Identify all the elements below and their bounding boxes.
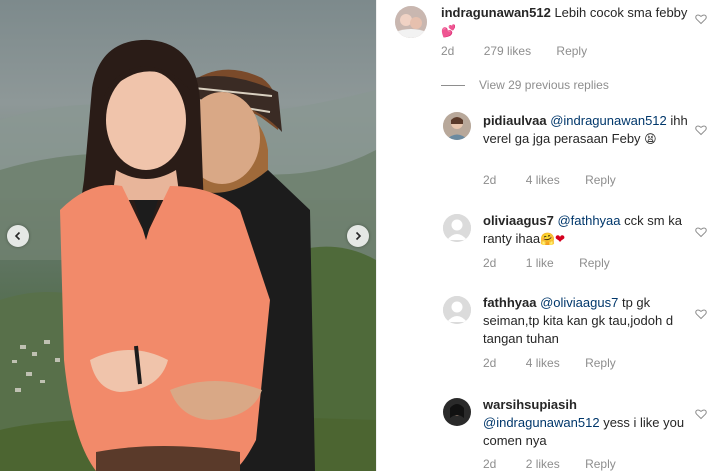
avatar[interactable]: [443, 214, 471, 242]
reply-meta: 2d 4 likes Reply: [483, 173, 616, 187]
reply-likes[interactable]: 4 likes: [526, 356, 560, 370]
reply-meta: 2d 2 likes Reply: [483, 457, 616, 471]
reply-username[interactable]: pidiaulvaa: [483, 113, 547, 128]
reply-username[interactable]: warsihsupiasih: [483, 397, 577, 412]
avatar-image: [443, 398, 471, 426]
reply-time[interactable]: 2d: [483, 173, 496, 187]
reply-text: warsihsupiasih @indragunawan512 yess i l…: [483, 396, 693, 450]
reply-likes[interactable]: 4 likes: [526, 173, 560, 187]
reply-likes[interactable]: 2 likes: [526, 457, 560, 471]
reply-time[interactable]: 2d: [483, 356, 496, 370]
chevron-left-icon: [14, 231, 21, 241]
reply-mention[interactable]: @oliviaagus7: [540, 295, 618, 310]
carousel-prev-button[interactable]: [7, 225, 29, 247]
post-photo[interactable]: [0, 0, 376, 471]
heart-icon[interactable]: [695, 226, 707, 238]
reply-text: fathhyaa @oliviaagus7 tp gk seiman,tp ki…: [483, 294, 693, 348]
reply-reply-button[interactable]: Reply: [585, 356, 616, 370]
avatar-image: [395, 6, 427, 38]
avatar-image: [443, 112, 471, 140]
avatar[interactable]: [443, 398, 471, 426]
reply-mention[interactable]: @fathhyaa: [557, 213, 620, 228]
heart-icon[interactable]: [695, 308, 707, 320]
reply-username[interactable]: fathhyaa: [483, 295, 536, 310]
avatar[interactable]: [395, 6, 427, 38]
reply-meta: 2d 4 likes Reply: [483, 356, 616, 370]
carousel-next-button[interactable]: [347, 225, 369, 247]
comment-text: indragunawan512 Lebih cocok sma febby 💕: [441, 4, 691, 40]
reply-time[interactable]: 2d: [483, 457, 496, 471]
comments-panel: indragunawan512 Lebih cocok sma febby 💕 2…: [376, 0, 720, 471]
reply-text: pidiaulvaa @indragunawan512 ihh verel ga…: [483, 112, 693, 148]
reply-text: oliviaagus7 @fathhyaa cck sm ka ranty ih…: [483, 212, 693, 248]
heart-icon[interactable]: [695, 13, 707, 25]
default-avatar-icon: [443, 214, 471, 242]
heart-icon[interactable]: [695, 408, 707, 420]
reply-emoji: 😫: [644, 132, 657, 146]
reply-username[interactable]: oliviaagus7: [483, 213, 554, 228]
comment-emoji: 💕: [441, 24, 456, 38]
comment-reply-button[interactable]: Reply: [556, 44, 587, 58]
reply-reply-button[interactable]: Reply: [579, 256, 610, 270]
reply-emoji: 🤗❤: [540, 232, 566, 246]
view-previous-replies-button[interactable]: View 29 previous replies: [441, 78, 609, 92]
view-replies-label: View 29 previous replies: [479, 78, 609, 92]
reply-likes[interactable]: 1 like: [526, 256, 554, 270]
reply-time[interactable]: 2d: [483, 256, 496, 270]
photo-couple-illustration: [0, 39, 376, 471]
comment-username[interactable]: indragunawan512: [441, 5, 551, 20]
reply-reply-button[interactable]: Reply: [585, 457, 616, 471]
reply-mention[interactable]: @indragunawan512: [483, 415, 600, 430]
reply-meta: 2d 1 like Reply: [483, 256, 610, 270]
default-avatar-icon: [443, 296, 471, 324]
comment-likes[interactable]: 279 likes: [484, 44, 531, 58]
replies-divider-line: [441, 85, 465, 87]
comment-meta: 2d 279 likes Reply: [441, 44, 587, 58]
reply-mention[interactable]: @indragunawan512: [550, 113, 667, 128]
comment-time[interactable]: 2d: [441, 44, 454, 58]
heart-icon[interactable]: [695, 124, 707, 136]
reply-reply-button[interactable]: Reply: [585, 173, 616, 187]
chevron-right-icon: [355, 231, 362, 241]
comment-body: Lebih cocok sma febby: [554, 5, 688, 20]
avatar[interactable]: [443, 296, 471, 324]
avatar[interactable]: [443, 112, 471, 140]
